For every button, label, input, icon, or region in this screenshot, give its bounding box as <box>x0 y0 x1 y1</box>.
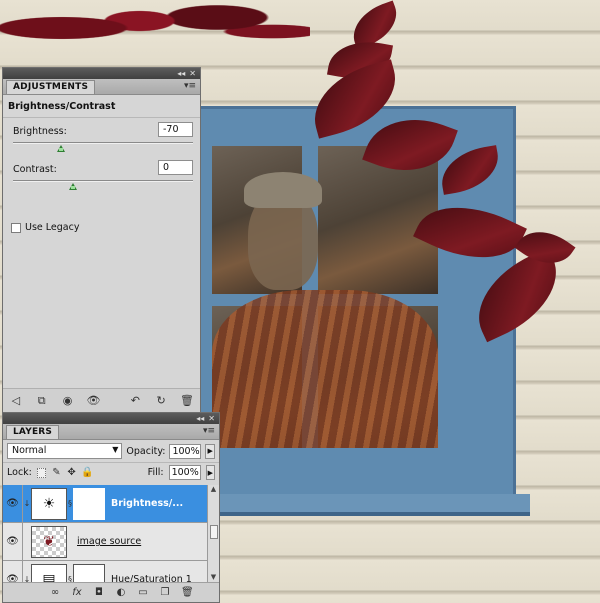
fill-label: Fill: <box>147 467 164 478</box>
layer-list: 👁 ↓ ☀ § Brightness/... 👁 ❦ image source … <box>3 485 209 583</box>
fill-input[interactable]: 100% <box>168 465 201 480</box>
eye-icon[interactable]: 👁 <box>86 394 100 408</box>
brightness-control: Brightness: -70 <box>3 118 200 156</box>
lock-position-icon[interactable]: ✥ <box>66 467 76 478</box>
leaf-branch <box>304 0 600 343</box>
blend-row: Normal ▼ Opacity: 100% ▶ <box>3 440 219 462</box>
layer-name[interactable]: image source <box>77 536 141 547</box>
blend-mode-select[interactable]: Normal ▼ <box>7 443 123 459</box>
layer-row-brightness[interactable]: 👁 ↓ ☀ § Brightness/... <box>3 485 209 523</box>
fx-icon[interactable]: fx <box>71 587 83 598</box>
delete-layer-icon[interactable]: 🗑 <box>181 587 194 598</box>
top-leaves <box>0 0 310 70</box>
eye-icon[interactable]: 👁 <box>3 485 23 523</box>
tab-adjustments[interactable]: ADJUSTMENTS <box>6 80 96 94</box>
adjustments-panel: ◂◂ ✕ ADJUSTMENTS ▾≡ Brightness/Contrast … <box>2 67 201 413</box>
brightness-slider-thumb[interactable] <box>57 145 65 152</box>
close-icon[interactable]: ✕ <box>189 69 196 78</box>
add-mask-icon[interactable]: ◘ <box>93 587 105 598</box>
use-legacy-label: Use Legacy <box>25 222 80 233</box>
lock-transparent-icon[interactable] <box>36 467 47 478</box>
delete-icon[interactable]: 🗑 <box>180 394 194 408</box>
hue-saturation-adjustment-icon[interactable]: ▤ <box>31 563 67 583</box>
clip-arrow-icon: ↓ <box>23 499 31 508</box>
opacity-input[interactable]: 100% <box>169 443 202 459</box>
previous-state-icon[interactable]: ↶ <box>128 394 142 408</box>
contrast-label: Contrast: <box>13 164 57 175</box>
scroll-thumb[interactable] <box>210 525 218 539</box>
brightness-label: Brightness: <box>13 126 67 137</box>
lock-all-icon[interactable]: 🔒 <box>81 467 93 478</box>
layers-scrollbar[interactable]: ▲ ▼ <box>207 485 219 583</box>
link-layers-icon[interactable]: ∞ <box>49 587 61 598</box>
opacity-slider-arrow-icon[interactable]: ▶ <box>205 443 215 459</box>
brightness-slider-track[interactable] <box>13 142 193 144</box>
eye-icon[interactable]: 👁 <box>3 522 23 561</box>
fill-slider-arrow-icon[interactable]: ▶ <box>205 465 215 480</box>
layer-mask-thumbnail[interactable] <box>73 563 105 583</box>
layer-row-image-source[interactable]: 👁 ❦ image source <box>3 522 209 561</box>
blend-mode-value: Normal <box>12 445 47 456</box>
use-legacy-checkbox[interactable] <box>11 222 21 233</box>
contrast-input[interactable]: 0 <box>158 160 193 175</box>
new-layer-icon[interactable]: ❐ <box>159 587 171 598</box>
adjustments-tab-row: ADJUSTMENTS ▾≡ <box>3 79 200 95</box>
lock-label: Lock: <box>7 467 32 478</box>
lock-row: Lock: ✎ ✥ 🔒 Fill: 100% ▶ <box>3 462 219 482</box>
layer-name[interactable]: Brightness/... <box>111 498 183 509</box>
leaf <box>413 186 527 279</box>
reset-icon[interactable]: ↻ <box>154 394 168 408</box>
layer-mask-thumbnail[interactable] <box>73 487 105 520</box>
layers-tab-row: LAYERS ▾≡ <box>3 424 219 440</box>
adjustments-titlebar[interactable]: ◂◂ ✕ <box>3 68 200 79</box>
person-cap <box>244 172 322 208</box>
adjustments-footer: ◁ ⧉ ◉ 👁 ↶ ↻ 🗑 <box>3 388 200 412</box>
opacity-label: Opacity: <box>126 445 166 457</box>
window-sill <box>172 494 530 516</box>
contrast-control: Contrast: 0 <box>3 156 200 194</box>
eye-icon[interactable]: 👁 <box>3 560 23 583</box>
use-legacy-option[interactable]: Use Legacy <box>11 222 79 233</box>
chevron-down-icon: ▼ <box>112 445 119 454</box>
clip-to-layer-icon[interactable]: ⧉ <box>35 394 49 408</box>
tab-layers[interactable]: LAYERS <box>6 425 60 439</box>
new-adjustment-icon[interactable]: ◐ <box>115 587 127 598</box>
brightness-adjustment-icon[interactable]: ☀ <box>31 487 67 520</box>
collapse-icon[interactable]: ◂◂ <box>196 414 204 423</box>
visibility-toggle-icon[interactable]: ◉ <box>61 394 75 408</box>
close-icon[interactable]: ✕ <box>208 414 215 423</box>
panel-menu-icon[interactable]: ▾≡ <box>184 81 196 91</box>
new-group-icon[interactable]: ▭ <box>137 587 149 598</box>
contrast-slider-track[interactable] <box>13 180 193 182</box>
brightness-input[interactable]: -70 <box>158 122 193 137</box>
panel-menu-icon[interactable]: ▾≡ <box>203 426 215 436</box>
lock-pixels-icon[interactable]: ✎ <box>51 467 61 478</box>
adjustment-title: Brightness/Contrast <box>8 101 116 112</box>
layers-titlebar[interactable]: ◂◂ ✕ <box>3 413 219 424</box>
return-arrow-icon[interactable]: ◁ <box>9 394 23 408</box>
collapse-icon[interactable]: ◂◂ <box>177 69 185 78</box>
leaf-thumbnail-icon: ❦ <box>43 533 55 550</box>
layer-row-hue-saturation[interactable]: 👁 ↓ ▤ § Hue/Saturation 1 <box>3 560 209 583</box>
layer-thumbnail[interactable]: ❦ <box>31 525 67 558</box>
layers-panel: ◂◂ ✕ LAYERS ▾≡ Normal ▼ Opacity: 100% ▶ … <box>2 412 220 603</box>
scroll-up-icon[interactable]: ▲ <box>208 485 219 495</box>
contrast-slider-thumb[interactable] <box>69 183 77 190</box>
layers-footer: ∞ fx ◘ ◐ ▭ ❐ 🗑 <box>3 582 219 602</box>
